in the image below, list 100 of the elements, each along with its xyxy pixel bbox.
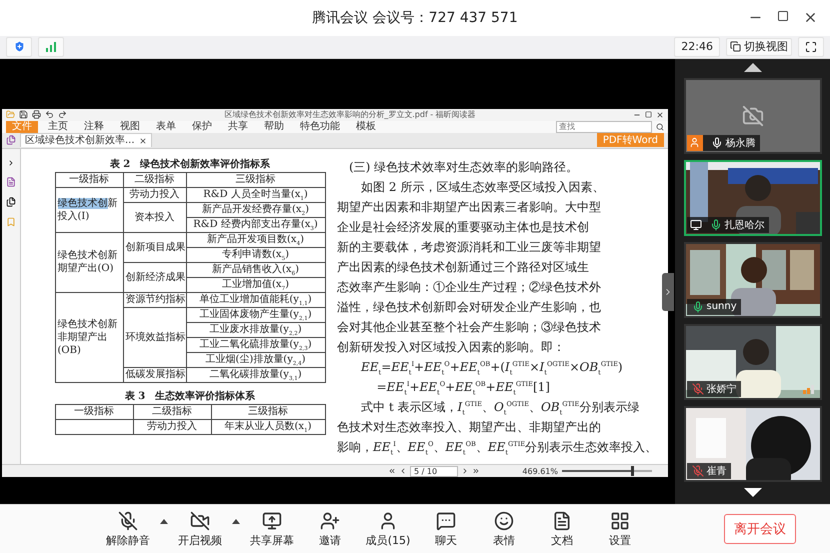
print-icon[interactable] bbox=[32, 110, 41, 120]
window-title: 腾讯会议 会议号：727 437 571 bbox=[312, 8, 518, 27]
table-cell: 绿色技术创新投入(I) bbox=[55, 187, 123, 232]
toolbar-button[interactable]: 聊天 bbox=[418, 507, 474, 552]
column-header: 三级指标 bbox=[211, 404, 325, 420]
toolbar-button[interactable]: 解除静音 bbox=[100, 507, 170, 552]
maximize-icon[interactable] bbox=[645, 111, 652, 118]
search-field[interactable]: 查找 bbox=[556, 120, 652, 133]
document-icon bbox=[552, 510, 572, 531]
table-cell: 单位工业增加值能耗(y$_{1,1}$) bbox=[186, 292, 325, 308]
table-cell: 新产品销售收入(x$_{6}$) bbox=[186, 262, 325, 278]
table-cell: 绿色技术创新期望产出(O) bbox=[55, 232, 123, 292]
caret-icon[interactable] bbox=[232, 519, 240, 524]
table-cell: 资本投入 bbox=[123, 202, 186, 232]
column-header: 二级指标 bbox=[133, 404, 211, 420]
last-page-icon[interactable] bbox=[472, 467, 480, 476]
toolbar-button[interactable]: 成员(15) bbox=[360, 507, 416, 552]
formula: EE$_{t}$=EE$_{t}$$^{I}$+EE$_{t}$$^{O}$+EE$_{t}$$^{OB}$+(I$_{t}$$^{GTIE}$×I$_{t}$$^{OGTIE}$×OB$_{t}$$^{GTIE}$) bbox=[361, 358, 623, 377]
caret-icon[interactable] bbox=[160, 519, 168, 524]
previous-page-icon[interactable] bbox=[399, 467, 407, 476]
table-cell: 环境效益指标 bbox=[123, 307, 186, 368]
camera-off-icon bbox=[742, 104, 764, 127]
pages-icon[interactable] bbox=[6, 196, 16, 207]
switch-view-button[interactable]: 切换视图 bbox=[726, 38, 792, 56]
participant-name: sunny bbox=[706, 301, 737, 312]
menu-tab[interactable]: 表单 bbox=[150, 120, 182, 133]
page-icon[interactable] bbox=[6, 176, 16, 187]
table-caption: 表 3 生态效率评价指标体系 bbox=[124, 389, 256, 404]
participant-name: 张娇宁 bbox=[706, 382, 736, 396]
table-cell: 低碳发展指标 bbox=[123, 367, 186, 382]
menu-tab[interactable]: 共享 bbox=[222, 120, 254, 133]
participant-name: 崔青 bbox=[706, 464, 726, 478]
menu-tab[interactable]: 注释 bbox=[78, 120, 110, 133]
table-cell: 工业烟(尘)排放量(y$_{2,4}$) bbox=[186, 352, 325, 368]
toolbar-button[interactable]: 邀请 bbox=[302, 507, 358, 552]
copy-icon bbox=[730, 41, 741, 52]
toolbar-button[interactable]: 表情 bbox=[476, 507, 532, 552]
signal-button[interactable] bbox=[38, 36, 64, 57]
column-header: 二级指标 bbox=[123, 172, 186, 188]
menu-tab[interactable]: 主页 bbox=[42, 120, 74, 133]
collapse-handle[interactable] bbox=[662, 272, 674, 311]
participant-name: 扎恩哈尔 bbox=[724, 218, 764, 232]
undo-icon[interactable] bbox=[45, 110, 54, 120]
security-button[interactable] bbox=[6, 36, 32, 57]
slider-thumb[interactable] bbox=[631, 466, 634, 476]
maximize-icon[interactable] bbox=[777, 10, 789, 22]
menu-tab[interactable]: 特色功能 bbox=[294, 120, 346, 133]
table-cell: 资源节约指标 bbox=[123, 292, 186, 308]
chat-bubble-icon bbox=[436, 510, 456, 531]
table-cell: 二氧化碳排放量(y$_{3,1}$) bbox=[186, 367, 325, 382]
table-cell: 绿色技术创新非期望产出(OB) bbox=[55, 292, 123, 382]
grid-icon bbox=[610, 510, 630, 531]
menu-tab[interactable]: 模板 bbox=[350, 120, 382, 133]
toolbar-button[interactable]: 开启视频 bbox=[172, 507, 242, 552]
zoom-level: 469.61% bbox=[522, 466, 558, 476]
column-header: 一级指标 bbox=[55, 404, 133, 420]
close-icon[interactable] bbox=[138, 136, 147, 145]
table-cell: 工业废水排放量(y$_{2,2}$) bbox=[186, 322, 325, 338]
fullscreen-button[interactable] bbox=[798, 36, 824, 57]
save-icon[interactable] bbox=[19, 110, 28, 120]
table-cell: 创新项目成果 bbox=[123, 232, 186, 262]
toolbar-button[interactable]: 文档 bbox=[534, 507, 590, 552]
section-heading: (三) 绿色技术效率对生态效率的影响路径。 bbox=[348, 158, 578, 176]
table-cell: 工业固体废物产生量(y$_{2,1}$) bbox=[186, 307, 325, 322]
meeting-time: 22:46 bbox=[674, 36, 720, 57]
toolbar-button[interactable]: 共享屏幕 bbox=[244, 507, 300, 552]
share-screen-icon bbox=[262, 510, 282, 531]
table-cell: 年末从业人员数(x$_{1}$) bbox=[211, 419, 325, 434]
column-header: 一级指标 bbox=[55, 172, 123, 188]
menu-tab[interactable]: 视图 bbox=[114, 120, 146, 133]
column-header: 三级指标 bbox=[186, 172, 325, 188]
menu-tab[interactable]: 保护 bbox=[186, 120, 218, 133]
paragraph: 式中 t 表示区域，I$_{t}$$^{GTIE}$、O$_{t}$$^{OGTIE}$、OB$_{t}$$^{GTIE}$分别表示绿 色技术对生态效率投入、期望产出、非期望产出的 影响，EE$_{t}$$^{I}$、EE$_{t}$$^{O}$、EE$_{t}$$^{OB}$、EE$_{t}$$^{GTIE}$分别表示生态效率投入、 bbox=[337, 398, 658, 457]
table-cell: 新产品开发经费存量(x$_{2}$) bbox=[186, 202, 325, 218]
menu-tab[interactable]: 帮助 bbox=[258, 120, 290, 133]
leave-meeting-button[interactable]: 离开会议 bbox=[724, 514, 796, 544]
page-field[interactable]: 5 / 10 bbox=[410, 466, 458, 477]
close-icon[interactable] bbox=[656, 110, 664, 119]
muted-microphone-icon bbox=[118, 510, 138, 531]
table-cell: 工业二氧化硫排放量(y$_{2,3}$) bbox=[186, 337, 325, 352]
first-page-icon[interactable] bbox=[388, 467, 396, 476]
search-icon[interactable] bbox=[656, 122, 664, 131]
add-person-icon bbox=[320, 510, 340, 531]
shield-icon bbox=[12, 40, 26, 54]
smiley-icon bbox=[494, 510, 514, 531]
table-caption: 表 2 绿色技术创新效率评价指标系 bbox=[110, 157, 270, 172]
paragraph: 如图 2 所示，区域生态效率受区域投入因素、 期望产出因素和非期望产出因素三者影响。大中型 企业是社会经济发展的重要驱动主体也是技术创 新的主要载体，考虑资源消耗和工业三废等非期望 产出因素的绿色技术创新通过三个路径对区域生 态效率产生影响：①企业生产过程；②绿色技术外 溢性，绿色技术创新即会对研发企业产生影响，也 会对其他企业甚至整个社会产生影响；③绿色技术 创新研发投入对区域投入因素的影响。即： bbox=[337, 178, 604, 356]
redo-icon[interactable] bbox=[58, 110, 67, 120]
table-cell: 新产品开发项目数(x$_{4}$) bbox=[186, 232, 325, 248]
table-cell: 专利申请数(x$_{5}$) bbox=[186, 247, 325, 262]
table-cell: 劳动力投入 bbox=[123, 187, 186, 202]
table-cell: 劳动力投入 bbox=[133, 419, 211, 434]
table-cell: R&D 经费内部支出存量(x$_{3}$) bbox=[186, 217, 325, 232]
video-off-icon bbox=[190, 510, 210, 531]
expand-icon[interactable] bbox=[7, 158, 15, 167]
viewer-title: 区域绿色技术创新效率对生态效率影响的分析_罗立文.pdf - 福昕阅读器 bbox=[223, 108, 477, 120]
toolbar-button[interactable]: 设置 bbox=[592, 507, 648, 552]
participant-name: 杨永腾 bbox=[726, 136, 756, 150]
document-tab[interactable]: 区域绿色技术创新效率... bbox=[20, 133, 152, 148]
signal-icon bbox=[45, 42, 57, 52]
